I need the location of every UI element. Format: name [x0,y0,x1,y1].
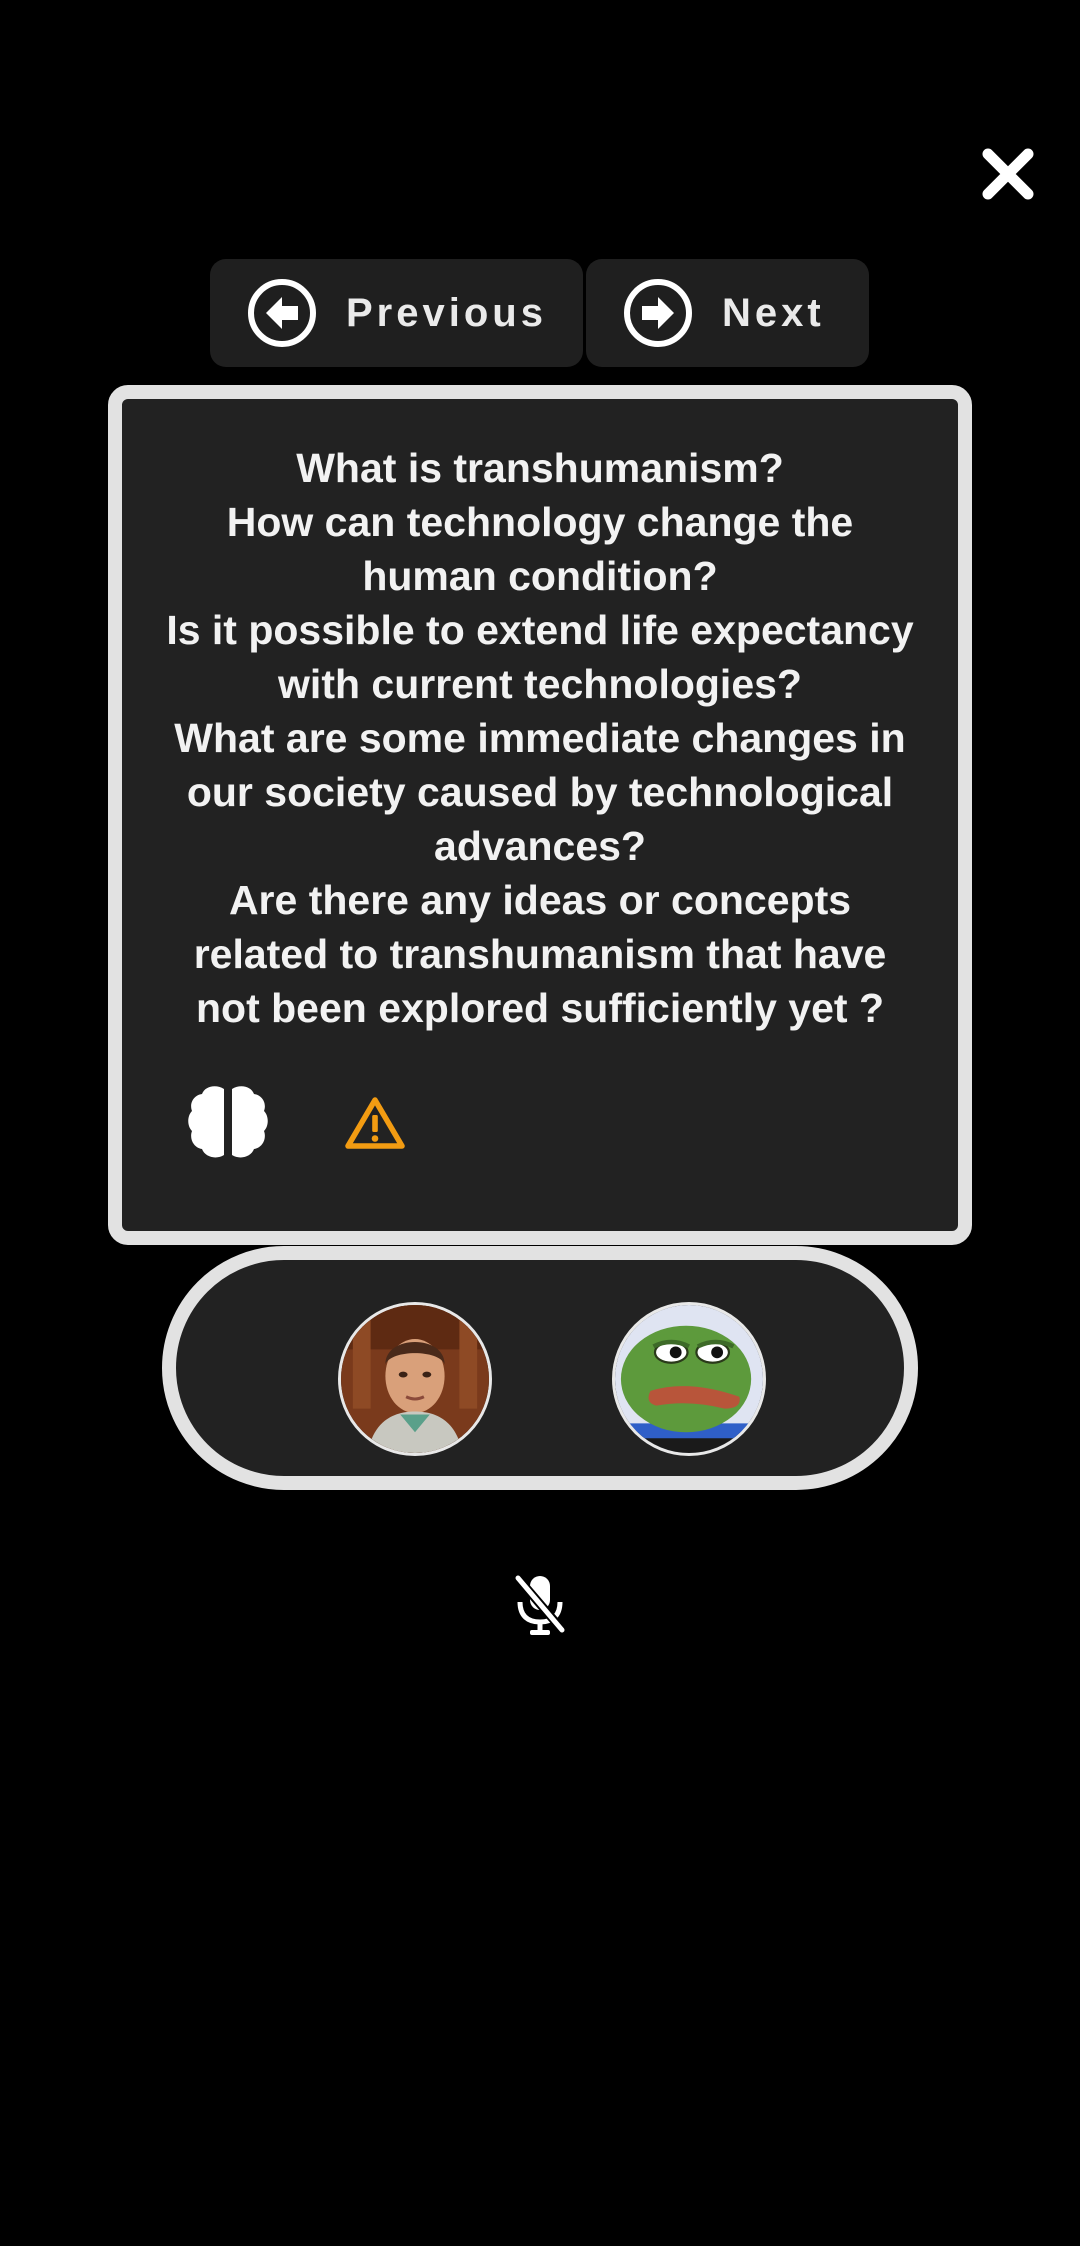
arrow-left-circle-icon [248,279,316,347]
previous-button[interactable]: Previous [210,259,583,367]
warning-triangle-icon[interactable] [344,1095,406,1151]
close-button[interactable] [978,144,1038,204]
next-label: Next [722,290,825,335]
frog-avatar [615,1305,763,1453]
brain-icon[interactable] [186,1083,270,1161]
question-text[interactable]: What is transhumanism? How can technolog… [160,441,920,1061]
question-line: How can technology change the human cond… [226,499,854,599]
next-button[interactable]: Next [586,259,869,367]
avatar[interactable] [338,1302,492,1456]
previous-label: Previous [346,290,547,335]
participants-bar [162,1246,918,1490]
question-line: Are there any ideas or concepts related … [193,877,887,1031]
question-line: What are some immediate changes in our s… [174,715,906,869]
user-photo-avatar [341,1305,489,1453]
avatar[interactable] [612,1302,766,1456]
question-line: What is transhumanism? [296,445,784,491]
question-line: Is it possible to extend life expectancy… [166,607,914,707]
close-icon [982,148,1034,200]
question-card: What is transhumanism? How can technolog… [108,385,972,1245]
microphone-off-icon[interactable] [510,1572,570,1636]
arrow-right-circle-icon [624,279,692,347]
